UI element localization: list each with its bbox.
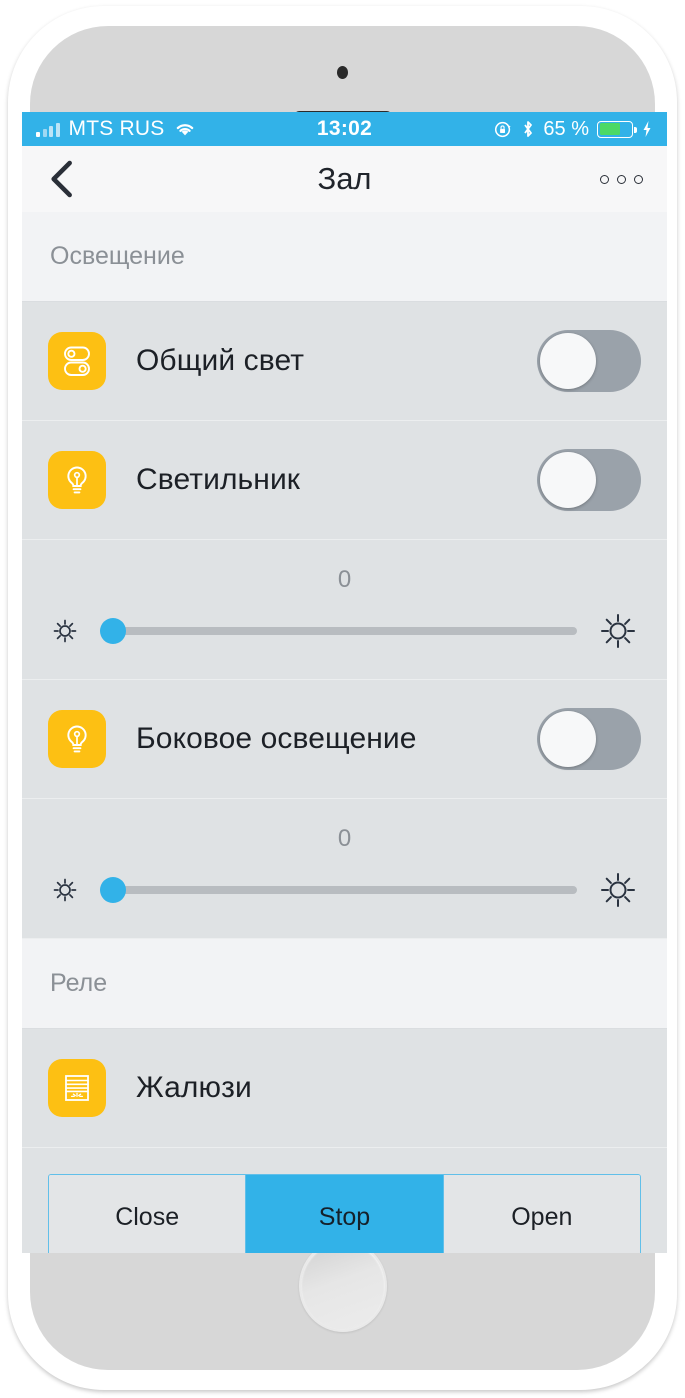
brightness-high-icon <box>601 872 635 907</box>
light-bulb-icon <box>48 710 106 768</box>
brightness-slider-row-side-lighting: 0 <box>22 799 667 939</box>
battery-icon <box>597 120 637 138</box>
bluetooth-icon <box>524 121 533 137</box>
segment-open-button[interactable]: Open <box>443 1175 640 1253</box>
slider-line <box>48 608 641 654</box>
list-item-lamp[interactable]: Светильник <box>22 421 667 540</box>
slider-value-label: 0 <box>337 824 352 852</box>
lightning-bolt-icon <box>643 121 651 137</box>
battery-percent-label: 65 % <box>543 117 589 140</box>
slider-track-side-lighting[interactable] <box>100 876 577 904</box>
section-header-relay: Реле <box>22 939 667 1029</box>
brightness-low-icon <box>53 878 77 901</box>
list-item-blinds[interactable]: Жалюзи <box>22 1029 667 1148</box>
front-camera-icon <box>337 66 348 79</box>
more-options-icon[interactable] <box>600 174 643 184</box>
blinds-controls: Close Stop Open <box>22 1148 667 1253</box>
list-item-label: Жалюзи <box>136 1071 252 1104</box>
brightness-slider-row-lamp: 0 <box>22 540 667 680</box>
double-toggle-icon <box>48 332 106 390</box>
slider-line <box>48 867 641 913</box>
light-bulb-icon <box>48 451 106 509</box>
brightness-high-icon <box>601 613 635 648</box>
list-item-label: Общий свет <box>136 344 305 377</box>
list-item-general-light[interactable]: Общий свет <box>22 302 667 421</box>
toggle-switch-general-light[interactable] <box>537 330 641 392</box>
slider-value-label: 0 <box>337 565 352 593</box>
toggle-switch-lamp[interactable] <box>537 449 641 511</box>
segmented-control-blinds: Close Stop Open <box>48 1174 641 1253</box>
phone-screen: MTS RUS 13:02 65 % Зал Освещение Общий с… <box>22 112 667 1253</box>
list-item-label: Светильник <box>136 463 301 496</box>
brightness-low-icon <box>53 619 77 642</box>
status-bar-right: 65 % <box>494 118 653 141</box>
list-item-side-lighting[interactable]: Боковое освещение <box>22 680 667 799</box>
segment-stop-button[interactable]: Stop <box>246 1175 444 1253</box>
rotation-lock-icon <box>495 121 512 137</box>
blinds-icon <box>48 1059 106 1117</box>
toggle-switch-side-lighting[interactable] <box>537 708 641 770</box>
slider-knob[interactable] <box>100 617 126 644</box>
slider-track-lamp[interactable] <box>100 617 577 645</box>
navigation-bar: Зал <box>22 146 667 212</box>
list-item-label: Боковое освещение <box>136 722 417 755</box>
page-title: Зал <box>317 161 372 196</box>
section-header-lighting: Освещение <box>22 212 667 302</box>
segment-close-button[interactable]: Close <box>49 1175 247 1253</box>
home-button[interactable] <box>298 1240 387 1332</box>
status-bar: MTS RUS 13:02 65 % <box>22 112 667 146</box>
slider-knob[interactable] <box>100 876 126 903</box>
